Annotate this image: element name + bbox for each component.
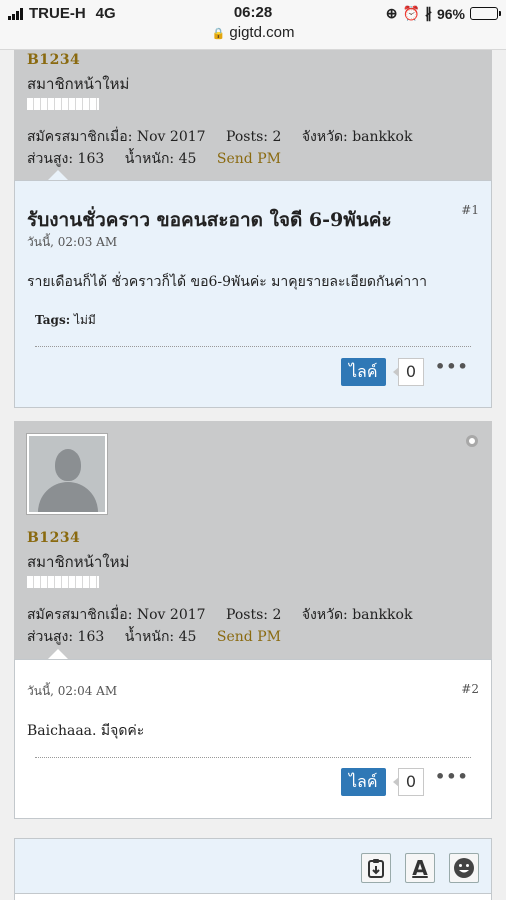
format-letter: A <box>412 856 428 880</box>
province-label: จังหวัด: <box>301 607 348 623</box>
send-pm-link[interactable]: Send PM <box>217 629 281 645</box>
editor-text-area[interactable] <box>15 893 491 900</box>
panel-pointer <box>48 170 68 180</box>
alarm-icon: ⏰ <box>402 5 420 21</box>
province-label: จังหวัด: <box>301 129 348 145</box>
tags-value: ไม่มี <box>73 313 96 327</box>
post-date: วันนี้, 02:03 AM <box>27 235 118 249</box>
more-options-icon[interactable]: ••• <box>435 357 469 376</box>
joined-label: สมัครสมาชิกเมื่อ: <box>27 607 133 623</box>
weight-label: น้ำหนัก: <box>124 151 175 167</box>
post-body: รายเดือนก็ได้ ชั่วคราวก็ได้ ขอ6-9พันค่ะ … <box>27 274 428 290</box>
joined-value: Nov 2017 <box>136 129 206 145</box>
height-label: ส่วนสูง: <box>27 629 74 645</box>
url-text: gigtd.com <box>229 24 295 41</box>
height-value: 163 <box>77 629 105 645</box>
user-stats-line-2: ส่วนสูง: 163 น้ำหนัก: 45 Send PM <box>27 626 281 648</box>
divider <box>35 757 471 758</box>
province-value: bankkok <box>352 129 413 145</box>
post-number[interactable]: #1 <box>461 203 479 217</box>
divider <box>35 346 471 347</box>
status-bar: TRUE-H 4G 06:28 🔒 gigtd.com ⊕ ⏰ ∦ 96% <box>0 0 506 50</box>
bluetooth-icon: ∦ <box>424 5 432 21</box>
posts-value: 2 <box>272 607 282 623</box>
user-stats-line-2: ส่วนสูง: 163 น้ำหนัก: 45 Send PM <box>27 148 281 170</box>
posts-value: 2 <box>272 129 282 145</box>
post-date: วันนี้, 02:04 AM <box>27 684 118 698</box>
user-info-panel: B1234 สมาชิกหน้าใหม่ สมัครสมาชิกเมื่อ: N… <box>14 421 492 659</box>
like-button[interactable]: ไลค์ <box>341 768 386 796</box>
post-tags: Tags: ไม่มี <box>35 311 96 330</box>
username[interactable]: B1234 <box>27 52 80 68</box>
post-message: รับงานชั่วคราว ขอคนสะอาด ใจดี 6-9พันค่ะ … <box>14 180 492 408</box>
text-format-icon[interactable]: A <box>405 853 435 883</box>
weight-value: 45 <box>178 629 197 645</box>
user-stats-line-1: สมัครสมาชิกเมื่อ: Nov 2017 Posts: 2 จังห… <box>27 126 412 148</box>
reply-editor: A <box>14 838 492 900</box>
joined-label: สมัครสมาชิกเมื่อ: <box>27 129 133 145</box>
user-info-panel: B1234 สมาชิกหน้าใหม่ สมัครสมาชิกเมื่อ: N… <box>14 50 492 180</box>
lock-icon: 🔒 <box>211 28 226 40</box>
like-button[interactable]: ไลค์ <box>341 358 386 386</box>
post-message: วันนี้, 02:04 AM #2 Baichaaa. มีจุดค่ะ ไ… <box>14 659 492 819</box>
smiley-icon[interactable] <box>449 853 479 883</box>
battery-percent: 96% <box>436 5 465 22</box>
battery-icon <box>470 7 501 20</box>
default-avatar-icon <box>29 436 105 512</box>
more-options-icon[interactable]: ••• <box>435 767 469 786</box>
thread-title: รับงานชั่วคราว ขอคนสะอาด ใจดี 6-9พันค่ะ <box>27 209 392 231</box>
username[interactable]: B1234 <box>27 530 80 546</box>
user-title: สมาชิกหน้าใหม่ <box>27 75 130 93</box>
avatar[interactable] <box>26 433 108 515</box>
clipboard-icon[interactable] <box>361 853 391 883</box>
rank-bar <box>27 98 99 110</box>
rank-bar <box>27 576 99 588</box>
post-body: Baichaaa. มีจุดค่ะ <box>27 723 145 739</box>
tags-label: Tags: <box>35 313 71 327</box>
posts-label: Posts: <box>226 129 268 145</box>
send-pm-link[interactable]: Send PM <box>217 151 281 167</box>
user-stats-line-1: สมัครสมาชิกเมื่อ: Nov 2017 Posts: 2 จังห… <box>27 604 412 626</box>
address-bar[interactable]: 🔒 gigtd.com <box>0 24 506 41</box>
panel-pointer <box>48 649 68 659</box>
province-value: bankkok <box>352 607 413 623</box>
status-icons: ⊕ ⏰ ∦ 96% <box>385 5 501 22</box>
weight-value: 45 <box>178 151 197 167</box>
weight-label: น้ำหนัก: <box>124 629 175 645</box>
height-label: ส่วนสูง: <box>27 151 74 167</box>
post-number[interactable]: #2 <box>461 682 479 696</box>
joined-value: Nov 2017 <box>136 607 206 623</box>
like-count: 0 <box>393 768 424 796</box>
posts-label: Posts: <box>226 607 268 623</box>
online-status-icon <box>466 435 478 447</box>
user-title: สมาชิกหน้าใหม่ <box>27 553 130 571</box>
rotation-lock-icon: ⊕ <box>385 5 398 21</box>
like-count: 0 <box>393 358 424 386</box>
height-value: 163 <box>77 151 105 167</box>
